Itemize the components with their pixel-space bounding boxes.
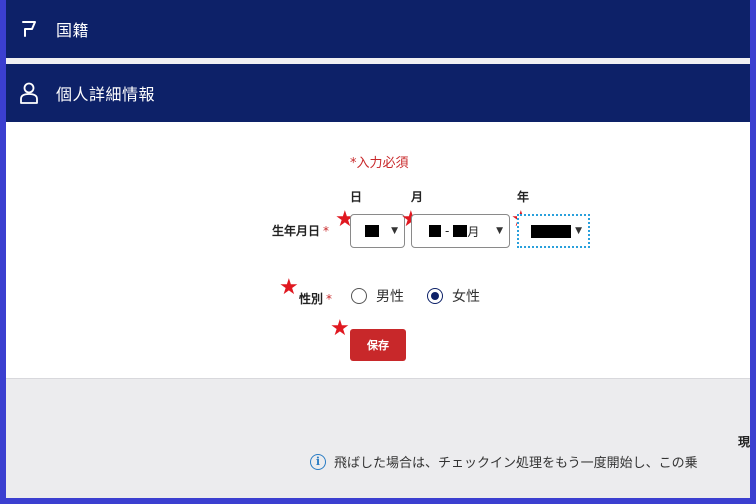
personal-details-panel: *入力必須 日 月 年 生年月日* ★ ▼ ★ - 月 ▼ ★ ▼ ★ 性別* … xyxy=(6,122,750,379)
info-text: 飛ばした場合は、チェックイン処理をもう一度開始し、この乗 xyxy=(334,456,698,471)
gender-label: 性別 * xyxy=(299,290,332,307)
redacted-value xyxy=(365,225,379,237)
personal-details-section-title: 個人詳細情報 xyxy=(56,85,156,104)
chevron-down-icon: ▼ xyxy=(496,226,503,236)
page-frame: 国籍 個人詳細情報 *入力必須 日 月 年 生年月日* ★ ▼ ★ - 月 ▼ … xyxy=(6,0,750,498)
radio-button[interactable] xyxy=(351,288,367,304)
annotation-star-icon: ★ xyxy=(279,275,299,300)
flag-icon xyxy=(18,18,40,40)
annotation-star-icon: ★ xyxy=(330,316,350,341)
month-column-header: 月 xyxy=(411,190,424,204)
redacted-value xyxy=(429,225,441,237)
month-separator: - xyxy=(445,224,450,238)
chevron-down-icon: ▼ xyxy=(575,226,582,236)
year-select[interactable]: ▼ xyxy=(517,214,590,248)
truncated-heading: 現 xyxy=(738,435,750,449)
gender-option-label: 男性 xyxy=(376,289,404,305)
day-select[interactable]: ▼ xyxy=(350,214,405,248)
save-button[interactable]: 保存 xyxy=(350,329,406,361)
year-column-header: 年 xyxy=(517,190,530,204)
info-message: i 飛ばした場合は、チェックイン処理をもう一度開始し、この乗 xyxy=(310,452,698,471)
day-column-header: 日 xyxy=(350,190,363,204)
nationality-section-title: 国籍 xyxy=(56,21,90,40)
info-icon: i xyxy=(310,453,326,470)
footer-area xyxy=(6,400,750,498)
required-note: *入力必須 xyxy=(350,156,409,171)
chevron-down-icon: ▼ xyxy=(391,226,398,236)
required-asterisk: * xyxy=(326,292,333,306)
gender-option-female[interactable]: 女性 xyxy=(427,286,480,306)
person-icon xyxy=(18,82,40,104)
month-select[interactable]: - 月 ▼ xyxy=(411,214,510,248)
gender-label-text: 性別 xyxy=(299,292,324,306)
redacted-value xyxy=(531,224,571,238)
nationality-section-header[interactable]: 国籍 xyxy=(6,0,750,58)
redacted-value xyxy=(453,225,468,237)
radio-button-selected[interactable] xyxy=(427,288,443,304)
personal-details-section-header[interactable]: 個人詳細情報 xyxy=(6,64,750,122)
gender-option-male[interactable]: 男性 xyxy=(351,286,404,306)
dob-label: 生年月日 * xyxy=(272,222,329,239)
month-suffix: 月 xyxy=(467,224,480,239)
gender-option-label: 女性 xyxy=(452,289,480,305)
required-asterisk: * xyxy=(323,224,330,238)
dob-label-text: 生年月日 xyxy=(272,224,321,238)
